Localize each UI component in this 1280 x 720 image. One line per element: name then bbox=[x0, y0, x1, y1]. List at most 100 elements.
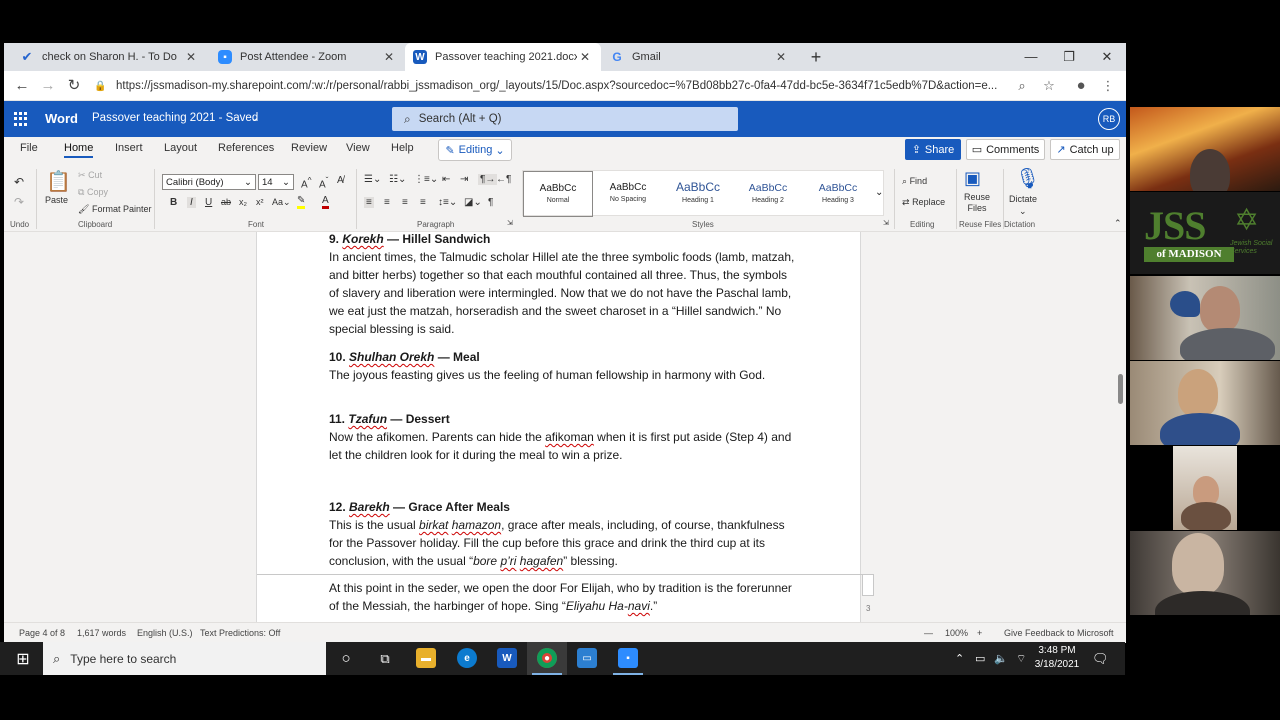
rtl-icon[interactable]: ←¶ bbox=[496, 174, 511, 185]
volume-icon[interactable]: 🔈 bbox=[994, 642, 1008, 675]
numbering-icon[interactable]: ☷⌄ bbox=[389, 174, 406, 185]
italic-button[interactable]: I bbox=[187, 197, 196, 208]
feedback-link[interactable]: Give Feedback to Microsoft bbox=[1004, 628, 1114, 638]
app-launcher-icon[interactable] bbox=[14, 112, 28, 126]
dictate-button[interactable]: Dictate bbox=[1009, 194, 1037, 204]
style-heading-2[interactable]: AaBbCc Heading 2 bbox=[733, 171, 803, 217]
remote-desktop-icon[interactable]: ▭ bbox=[577, 648, 597, 668]
reload-button[interactable]: ↻ bbox=[64, 76, 84, 96]
forward-button[interactable]: → bbox=[38, 76, 58, 96]
catch-up-button[interactable]: ↗ Catch up bbox=[1050, 139, 1120, 160]
font-name-select[interactable]: Calibri (Body) ⌄ bbox=[162, 174, 256, 190]
reuse-files-button[interactable]: Reuse Files bbox=[964, 192, 990, 214]
shrink-font-icon[interactable]: Aˇ bbox=[319, 175, 328, 190]
tab-references[interactable]: References bbox=[218, 142, 274, 154]
bold-button[interactable]: B bbox=[170, 197, 177, 208]
tab-todo[interactable]: ✔ check on Sharon H. - To Do ✕ bbox=[12, 43, 207, 71]
task-view-icon[interactable]: ⧉ bbox=[373, 642, 397, 675]
bullets-icon[interactable]: ☰⌄ bbox=[364, 174, 381, 185]
paragraph-marks-icon[interactable]: ¶ bbox=[488, 197, 493, 208]
comments-button[interactable]: ▭ Comments bbox=[966, 139, 1045, 160]
text-predictions-status[interactable]: Text Predictions: Off bbox=[200, 628, 280, 638]
app-name[interactable]: Word bbox=[45, 111, 78, 126]
styles-more-icon[interactable]: ⌄ bbox=[875, 187, 883, 198]
collapse-ribbon-icon[interactable]: ⌃ bbox=[1114, 218, 1122, 229]
vertical-scrollbar[interactable] bbox=[1116, 232, 1126, 622]
document-title[interactable]: Passover teaching 2021 - Saved bbox=[92, 112, 258, 124]
style-no-spacing[interactable]: AaBbCc No Spacing bbox=[593, 171, 663, 217]
tab-help[interactable]: Help bbox=[391, 142, 414, 154]
close-icon[interactable]: ✕ bbox=[773, 50, 789, 64]
close-icon[interactable]: ✕ bbox=[577, 50, 593, 64]
zoom-out-button[interactable]: — bbox=[924, 628, 933, 638]
style-heading-3[interactable]: AaBbCc Heading 3 bbox=[803, 171, 873, 217]
editing-mode-button[interactable]: ✎ Editing ⌄ bbox=[438, 139, 512, 161]
replace-button[interactable]: ⇄ Replace bbox=[902, 197, 945, 208]
profile-icon[interactable]: ● bbox=[1071, 76, 1091, 96]
edge-icon[interactable]: e bbox=[457, 648, 477, 668]
clipboard-icon[interactable]: 📋 bbox=[46, 169, 71, 194]
avatar[interactable]: RB bbox=[1098, 108, 1120, 130]
new-tab-button[interactable]: + bbox=[806, 47, 826, 67]
align-left-icon[interactable]: ≡ bbox=[364, 197, 374, 208]
find-button[interactable]: ⌕ Find bbox=[902, 176, 927, 187]
language-indicator[interactable]: English (U.S.) bbox=[137, 628, 193, 638]
subscript-button[interactable]: x₂ bbox=[239, 197, 247, 207]
undo-icon[interactable]: ↶ bbox=[14, 175, 24, 189]
align-center-icon[interactable]: ≡ bbox=[384, 197, 390, 208]
strikethrough-button[interactable]: ab bbox=[221, 197, 231, 207]
style-heading-1[interactable]: AaBbCc Heading 1 bbox=[663, 171, 733, 217]
zoom-icon[interactable]: ▪ bbox=[618, 648, 638, 668]
close-window-button[interactable]: ✕ bbox=[1088, 43, 1126, 71]
document-page[interactable]: 9. Korekh — Hillel Sandwich In ancient t… bbox=[256, 232, 862, 622]
align-right-icon[interactable]: ≡ bbox=[402, 197, 408, 208]
show-hidden-icons-icon[interactable]: ⌃ bbox=[955, 642, 964, 675]
style-normal[interactable]: AaBbCc Normal bbox=[523, 171, 593, 217]
minimize-button[interactable]: — bbox=[1012, 43, 1050, 71]
styles-dialog-launcher-icon[interactable]: ⇲ bbox=[883, 219, 889, 227]
close-icon[interactable]: ✕ bbox=[381, 50, 397, 64]
tab-review[interactable]: Review bbox=[291, 142, 327, 154]
font-size-select[interactable]: 14 ⌄ bbox=[258, 174, 294, 190]
url-field[interactable]: 🔒 https://jssmadison-my.sharepoint.com/:… bbox=[94, 74, 1064, 98]
reuse-files-icon[interactable]: ▣ bbox=[964, 168, 981, 189]
search-input[interactable]: ⌕ Search (Alt + Q) bbox=[392, 107, 738, 131]
tab-view[interactable]: View bbox=[346, 142, 370, 154]
system-clock[interactable]: 3:48 PM 3/18/2021 bbox=[1034, 644, 1080, 672]
justify-icon[interactable]: ≡ bbox=[420, 197, 426, 208]
taskbar-search-input[interactable]: ⌕ Type here to search bbox=[43, 642, 326, 675]
tab-zoom[interactable]: ▪ Post Attendee - Zoom ✕ bbox=[210, 43, 405, 71]
chevron-down-icon[interactable]: ⌄ bbox=[1019, 206, 1027, 217]
tab-home[interactable]: Home bbox=[64, 142, 94, 158]
word-icon[interactable]: W bbox=[497, 648, 517, 668]
zoom-magnifier-icon[interactable]: ⌕ bbox=[1012, 76, 1032, 96]
highlighter-icon[interactable]: ✎ bbox=[297, 196, 306, 209]
format-painter-button[interactable]: 🖌 Format Painter bbox=[78, 204, 151, 215]
superscript-button[interactable]: x² bbox=[256, 197, 264, 207]
line-spacing-icon[interactable]: ↕≡⌄ bbox=[438, 197, 457, 208]
wifi-icon[interactable]: ⌔ bbox=[1016, 642, 1026, 675]
back-button[interactable]: ← bbox=[12, 76, 32, 96]
zoom-level[interactable]: 100% bbox=[945, 628, 968, 638]
underline-button[interactable]: U bbox=[205, 197, 212, 208]
close-icon[interactable]: ✕ bbox=[183, 50, 199, 64]
change-case-button[interactable]: Aa⌄ bbox=[272, 197, 291, 208]
grow-font-icon[interactable]: A^ bbox=[301, 175, 312, 190]
share-button[interactable]: ⇪ Share bbox=[905, 139, 961, 160]
redo-icon[interactable]: ↷ bbox=[14, 195, 24, 209]
shading-icon[interactable]: ◪⌄ bbox=[464, 197, 482, 208]
tab-gmail[interactable]: G Gmail ✕ bbox=[602, 43, 797, 71]
tab-word-doc[interactable]: W Passover teaching 2021.docx ✕ bbox=[405, 43, 601, 71]
battery-icon[interactable]: ▭ bbox=[975, 642, 985, 675]
ltr-icon[interactable]: ¶→ bbox=[478, 174, 498, 185]
paste-button[interactable]: Paste bbox=[45, 195, 68, 205]
scrollbar-thumb[interactable] bbox=[1118, 374, 1123, 404]
clear-formatting-icon[interactable]: A̸ bbox=[337, 175, 344, 186]
copy-button[interactable]: ⧉ Copy bbox=[78, 187, 108, 198]
restore-button[interactable]: ❐ bbox=[1050, 43, 1088, 71]
zoom-in-button[interactable]: + bbox=[977, 628, 982, 638]
tab-file[interactable]: File bbox=[20, 142, 38, 154]
file-explorer-icon[interactable]: ▬ bbox=[416, 648, 436, 668]
increase-indent-icon[interactable]: ⇥ bbox=[460, 174, 468, 185]
windows-start-icon[interactable]: ⊞ bbox=[10, 642, 36, 675]
